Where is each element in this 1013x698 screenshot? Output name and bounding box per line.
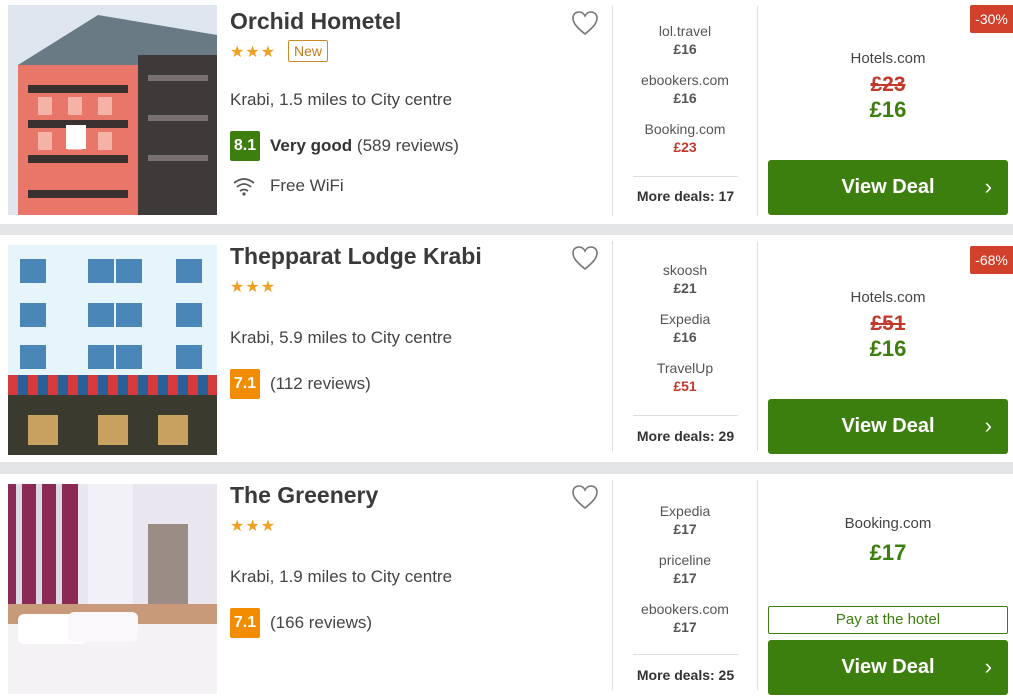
deal-provider: priceline <box>658 552 712 568</box>
view-deal-button[interactable]: View Deal › <box>768 160 1008 215</box>
review-score: 8.1 <box>230 131 260 161</box>
chevron-right-icon: › <box>984 174 992 199</box>
divider <box>757 6 758 216</box>
best-deal-provider: Hotels.com <box>850 289 926 306</box>
divider <box>633 176 738 177</box>
deal-price: £17 <box>673 521 697 537</box>
star-rating: ★★★ <box>230 279 277 296</box>
best-price: £16 <box>869 336 907 361</box>
deal-item[interactable]: Booking.com £23 <box>625 120 745 169</box>
deal-item[interactable]: priceline £17 <box>625 551 745 600</box>
deal-provider: Booking.com <box>644 121 726 137</box>
deal-item[interactable]: Expedia £16 <box>625 310 745 359</box>
wifi-icon <box>233 178 255 196</box>
deal-price: £21 <box>673 280 697 296</box>
view-deal-label: View Deal <box>841 176 935 198</box>
deal-provider: ebookers.com <box>641 72 729 88</box>
favorite-heart-icon[interactable] <box>571 484 599 510</box>
star-rating: ★★★ <box>230 518 277 535</box>
review-score: 7.1 <box>230 369 260 399</box>
more-deals-link[interactable]: More deals: 17 <box>633 188 738 204</box>
deal-price: £16 <box>673 329 697 345</box>
divider <box>612 6 613 216</box>
hotel-name[interactable]: The Greenery <box>230 482 378 509</box>
best-deal[interactable]: Booking.com £17 <box>768 515 1008 566</box>
hotel-name[interactable]: Orchid Hometel <box>230 8 401 35</box>
deal-list: skoosh £21 Expedia £16 TravelUp £51 <box>625 261 745 408</box>
more-deals-link[interactable]: More deals: 29 <box>633 428 738 444</box>
view-deal-button[interactable]: View Deal › <box>768 399 1008 454</box>
review-summary[interactable]: Very good (589 reviews) <box>270 136 459 156</box>
review-count: (112 reviews) <box>270 374 371 393</box>
review-count: (589 reviews) <box>356 136 459 155</box>
pay-at-hotel-note: Pay at the hotel <box>768 606 1008 634</box>
deal-price: £51 <box>673 378 697 394</box>
deal-provider: lol.travel <box>658 23 712 39</box>
divider <box>757 480 758 690</box>
discount-badge: -30% <box>970 5 1013 33</box>
discount-badge: -68% <box>970 246 1013 274</box>
deal-price: £23 <box>673 139 697 155</box>
deal-item[interactable]: skoosh £21 <box>625 261 745 310</box>
divider <box>612 480 613 690</box>
hotel-photo[interactable] <box>8 5 217 215</box>
more-deals-link[interactable]: More deals: 25 <box>633 667 738 683</box>
divider <box>633 654 738 655</box>
chevron-right-icon: › <box>984 654 992 679</box>
deal-price: £17 <box>673 570 697 586</box>
review-score: 7.1 <box>230 608 260 638</box>
deal-list: Expedia £17 priceline £17 ebookers.com £17 <box>625 502 745 649</box>
old-price: £23 <box>870 73 906 96</box>
divider <box>612 241 613 451</box>
best-deal-provider: Hotels.com <box>850 50 926 67</box>
hotel-location[interactable]: Krabi, 1.9 miles to City centre <box>230 567 452 587</box>
deal-item[interactable]: ebookers.com £17 <box>625 600 745 649</box>
best-deal[interactable]: Hotels.com £51 £16 <box>768 289 1008 362</box>
hotel-location[interactable]: Krabi, 5.9 miles to City centre <box>230 328 452 348</box>
review-summary[interactable]: (166 reviews) <box>270 613 372 633</box>
deal-price: £16 <box>673 90 697 106</box>
deal-provider: ebookers.com <box>641 601 729 617</box>
chevron-right-icon: › <box>984 413 992 438</box>
best-price: £17 <box>869 540 907 565</box>
deal-provider: Expedia <box>659 503 711 519</box>
review-summary[interactable]: (112 reviews) <box>270 374 371 394</box>
divider <box>633 415 738 416</box>
deal-provider: skoosh <box>662 262 708 278</box>
star-rating: ★★★ <box>230 44 277 61</box>
hotel-card-thepparat-lodge-krabi: Thepparat Lodge Krabi ★★★ Krabi, 5.9 mil… <box>0 235 1013 462</box>
view-deal-label: View Deal <box>841 656 935 678</box>
amenity-free-wifi: Free WiFi <box>270 176 344 195</box>
best-price: £16 <box>869 97 907 122</box>
hotel-photo[interactable] <box>8 484 217 694</box>
deal-item[interactable]: Expedia £17 <box>625 502 745 551</box>
deal-price: £16 <box>673 41 697 57</box>
hotel-photo-image <box>8 484 217 694</box>
view-deal-label: View Deal <box>841 415 935 437</box>
hotel-name[interactable]: Thepparat Lodge Krabi <box>230 243 482 270</box>
deal-provider: Expedia <box>659 311 711 327</box>
hotel-location[interactable]: Krabi, 1.5 miles to City centre <box>230 90 452 110</box>
score-label: Very good <box>270 136 353 155</box>
review-count: (166 reviews) <box>270 613 373 632</box>
hotel-card-the-greenery: The Greenery ★★★ Krabi, 1.9 miles to Cit… <box>0 474 1013 698</box>
favorite-heart-icon[interactable] <box>571 10 599 36</box>
best-deal[interactable]: Hotels.com £23 £16 <box>768 50 1008 123</box>
best-deal-provider: Booking.com <box>844 515 932 532</box>
view-deal-button[interactable]: View Deal › <box>768 640 1008 695</box>
deal-list: lol.travel £16 ebookers.com £16 Booking.co… <box>625 22 745 169</box>
deal-item[interactable]: lol.travel £16 <box>625 22 745 71</box>
deal-item[interactable]: ebookers.com £16 <box>625 71 745 120</box>
deal-price: £17 <box>673 619 697 635</box>
old-price: £51 <box>870 312 906 335</box>
hotel-photo-image <box>8 245 217 455</box>
deal-provider: TravelUp <box>656 360 714 376</box>
deal-item[interactable]: TravelUp £51 <box>625 359 745 408</box>
hotel-card-orchid-hometel: Orchid Hometel ★★★ New Krabi, 1.5 miles … <box>0 0 1013 224</box>
hotel-photo[interactable] <box>8 245 217 455</box>
new-badge: New <box>288 40 329 62</box>
divider <box>757 241 758 451</box>
favorite-heart-icon[interactable] <box>571 245 599 271</box>
hotel-photo-image <box>8 5 217 215</box>
